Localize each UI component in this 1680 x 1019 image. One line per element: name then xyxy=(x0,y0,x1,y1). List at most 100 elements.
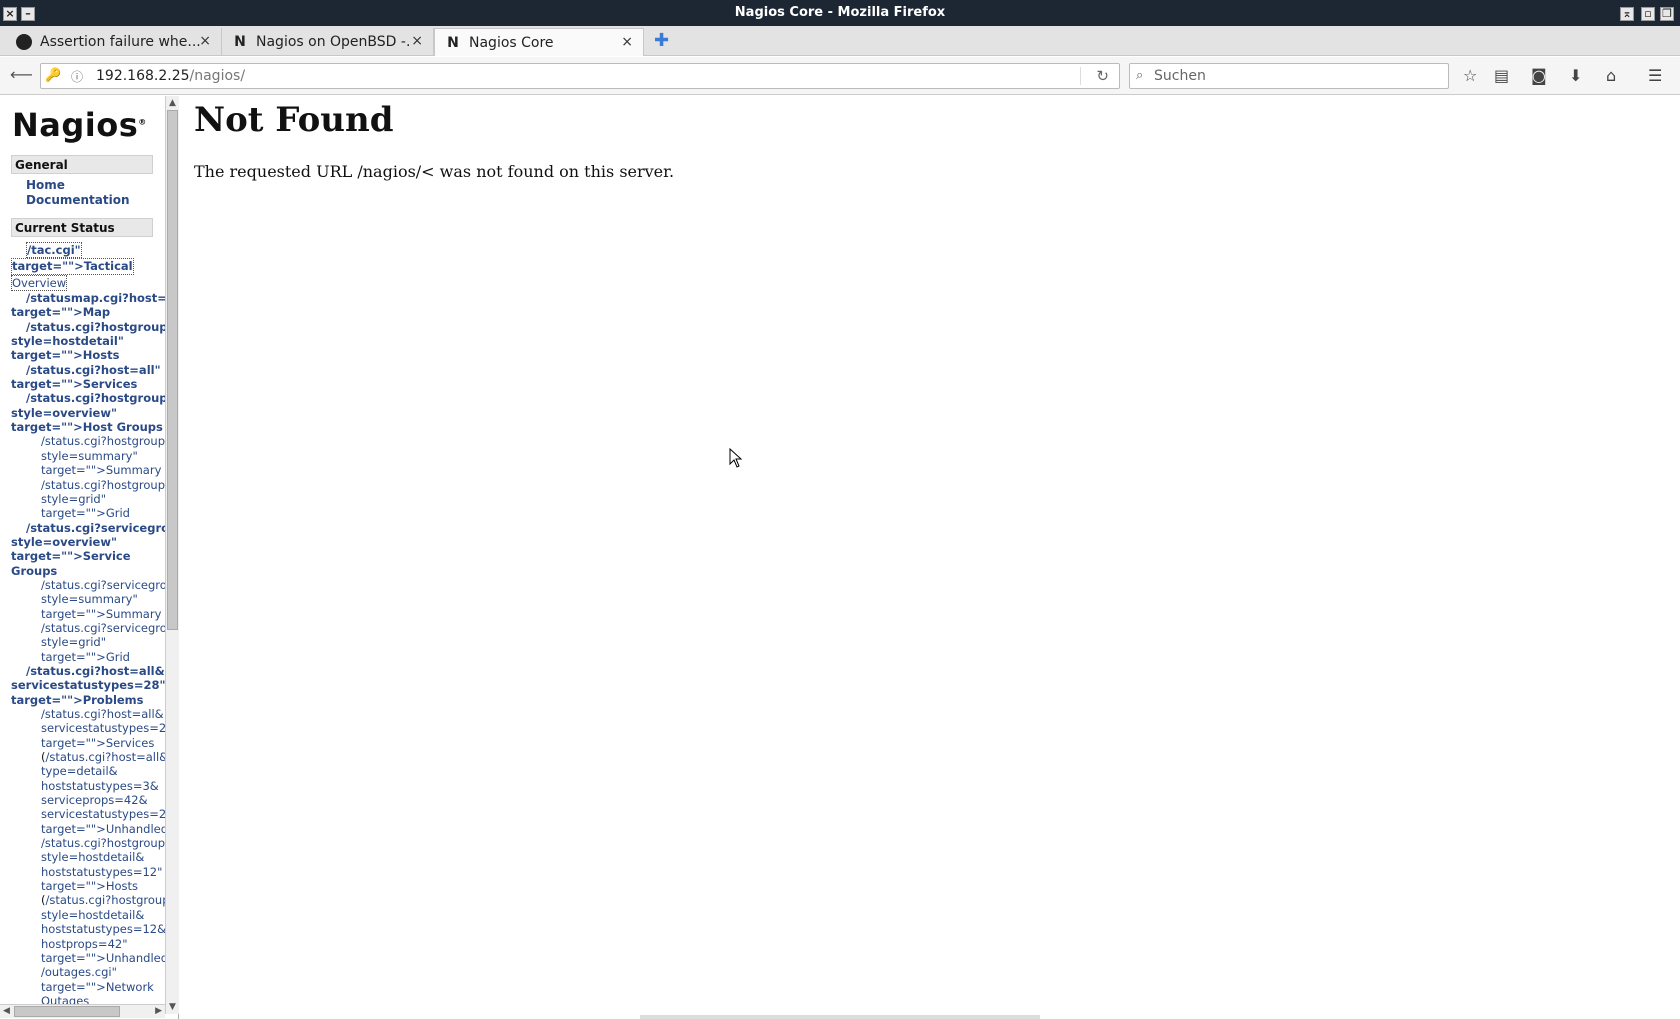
logo-text: Nagios xyxy=(12,106,139,144)
hosts-link[interactable]: target="">Hosts xyxy=(11,348,165,362)
nagios-favicon-icon: N xyxy=(447,35,459,51)
tab-assertion-failure[interactable]: Assertion failure whe... × xyxy=(6,28,222,56)
scroll-up-icon[interactable]: ▲ xyxy=(169,98,176,108)
tab-nagios-openbsd[interactable]: N Nagios on OpenBSD -... × xyxy=(222,28,434,56)
service-groups-link[interactable]: Groups xyxy=(11,564,165,578)
search-bar[interactable]: ⌕ xyxy=(1129,63,1449,89)
host-groups-link[interactable]: target="">Host Groups xyxy=(11,420,165,434)
logo-registered-mark: ® xyxy=(138,117,147,127)
unhandled-services-link[interactable]: type=detail& xyxy=(11,764,165,778)
hostgroup-summary-link[interactable]: style=summary" xyxy=(11,449,165,463)
scroll-thumb[interactable] xyxy=(14,1006,120,1017)
problem-services-link[interactable]: target="">Services xyxy=(11,736,165,750)
maximize-window-button[interactable]: ▫ xyxy=(1641,7,1655,21)
reload-icon[interactable]: ↻ xyxy=(1096,67,1109,85)
back-icon[interactable]: ⟵ xyxy=(10,65,33,84)
scroll-right-icon[interactable]: ▶ xyxy=(155,1006,162,1016)
problem-services-link[interactable]: servicestatustypes=28" xyxy=(11,721,165,735)
hostgroup-grid-link[interactable]: /status.cgi?hostgroup=all xyxy=(11,478,165,492)
key-icon[interactable]: 🔑 xyxy=(45,68,61,83)
documentation-link[interactable]: Documentation xyxy=(26,193,130,208)
close-icon[interactable]: × xyxy=(199,33,211,49)
tactical-overview-link[interactable]: Overview xyxy=(11,274,68,292)
problem-services-link[interactable]: /status.cgi?host=all& xyxy=(11,707,165,721)
general-links: Home Documentation xyxy=(26,178,130,208)
nagios-logo[interactable]: Nagios® xyxy=(12,106,147,144)
host-groups-link[interactable]: /status.cgi?hostgroup=all xyxy=(11,391,165,405)
servicegroup-summary-link[interactable]: style=summary" xyxy=(11,592,165,606)
home-icon[interactable]: ⌂ xyxy=(1606,66,1616,85)
url-bar[interactable]: 🔑 ⓘ 192.168.2.25/nagios/ ↻ xyxy=(40,63,1120,89)
pocket-icon[interactable]: ◙ xyxy=(1531,66,1547,85)
navigation-bar: ⟵ 🔑 ⓘ 192.168.2.25/nagios/ ↻ ⌕ ☆ ▤ ◙ ⬇ ⌂… xyxy=(0,57,1680,95)
sidebar-frame: Nagios® General Home Documentation Curre… xyxy=(0,96,179,1019)
download-icon[interactable]: ⬇ xyxy=(1569,66,1582,85)
unhandled-services-link[interactable]: serviceprops=42& xyxy=(11,793,165,807)
reading-list-icon[interactable]: ▤ xyxy=(1494,66,1509,85)
services-link[interactable]: target="">Services xyxy=(11,377,165,391)
problem-hosts-link[interactable]: hoststatustypes=12" xyxy=(11,865,165,879)
problems-link[interactable]: target="">Problems xyxy=(11,693,165,707)
sidebar-vertical-scrollbar[interactable]: ▲ ▼ xyxy=(165,96,179,1014)
sidebar-horizontal-scrollbar[interactable]: ◀ ▶ xyxy=(0,1004,165,1018)
unhandled-hosts-link[interactable]: target="">Unhandled xyxy=(41,951,165,965)
servicegroup-summary-link[interactable]: target="">Summary xyxy=(11,607,165,621)
network-outages-link[interactable]: /outages.cgi" xyxy=(11,965,165,979)
unhandled-hosts-link[interactable]: hoststatustypes=12& xyxy=(11,922,165,936)
info-icon[interactable]: ⓘ xyxy=(71,68,83,85)
menu-icon[interactable]: ☰ xyxy=(1648,66,1662,85)
servicegroup-grid-link[interactable]: /status.cgi?servicegrou xyxy=(11,621,165,635)
hosts-link[interactable]: /status.cgi?hostgroup=all xyxy=(11,320,165,334)
nagios-favicon-icon: N xyxy=(234,34,246,50)
main-frame: Not Found The requested URL /nagios/< wa… xyxy=(180,96,1680,1019)
tab-label: Nagios on OpenBSD -... xyxy=(256,34,411,50)
map-link[interactable]: target="">Map xyxy=(11,305,165,319)
url-path: /nagios/ xyxy=(189,68,246,84)
bookmark-star-icon[interactable]: ☆ xyxy=(1463,66,1477,85)
tab-nagios-core[interactable]: N Nagios Core × xyxy=(434,28,644,56)
close-icon[interactable]: × xyxy=(621,34,633,50)
hostgroup-grid-link[interactable]: target="">Grid xyxy=(11,506,165,520)
problem-hosts-link[interactable]: style=hostdetail& xyxy=(11,850,165,864)
unhandled-hosts-link[interactable]: /status.cgi?hostgroup= xyxy=(46,893,166,907)
network-outages-link[interactable]: target="">Network xyxy=(11,980,165,994)
url-text: 192.168.2.25/nagios/ xyxy=(96,68,245,84)
restore-window-button[interactable]: ❐ xyxy=(1660,7,1674,21)
current-status-heading: Current Status xyxy=(11,218,153,237)
hostgroup-summary-link[interactable]: /status.cgi?hostgroup=all xyxy=(11,434,165,448)
servicegroup-summary-link[interactable]: /status.cgi?servicegrou xyxy=(11,578,165,592)
hosts-link[interactable]: style=hostdetail" xyxy=(11,334,165,348)
unhandled-hosts-link[interactable]: style=hostdetail& xyxy=(11,908,165,922)
host-groups-link[interactable]: style=overview" xyxy=(11,406,165,420)
tactical-overview-link[interactable]: /tac.cgi" xyxy=(26,242,82,259)
scroll-down-icon[interactable]: ▼ xyxy=(169,1002,176,1012)
service-groups-link[interactable]: style=overview" xyxy=(11,535,165,549)
unhandled-services-link[interactable]: target="">Unhandled xyxy=(41,822,165,836)
services-link[interactable]: /status.cgi?host=all" xyxy=(11,363,165,377)
problems-link[interactable]: /status.cgi?host=all& xyxy=(11,664,165,678)
servicegroup-grid-link[interactable]: style=grid" xyxy=(11,635,165,649)
problem-hosts-link[interactable]: target="">Hosts xyxy=(11,879,165,893)
scroll-thumb[interactable] xyxy=(167,110,178,630)
service-groups-link[interactable]: /status.cgi?servicegroup xyxy=(11,521,165,535)
hostgroup-grid-link[interactable]: style=grid" xyxy=(11,492,165,506)
current-status-links: /tac.cgi" target="">Tactical Overview /s… xyxy=(11,242,165,1008)
map-link[interactable]: /statusmap.cgi?host=all" xyxy=(11,291,165,305)
unhandled-hosts-link[interactable]: hostprops=42" xyxy=(11,937,165,951)
tactical-overview-link[interactable]: target="">Tactical xyxy=(11,258,134,275)
shade-window-button[interactable]: ⌅ xyxy=(1620,7,1634,21)
servicegroup-grid-link[interactable]: target="">Grid xyxy=(11,650,165,664)
problems-link[interactable]: servicestatustypes=28" xyxy=(11,678,165,692)
home-link[interactable]: Home xyxy=(26,178,130,193)
problem-hosts-link[interactable]: /status.cgi?hostgroup= xyxy=(11,836,165,850)
list-item: /tac.cgi" xyxy=(11,242,165,259)
new-tab-icon[interactable]: ✚ xyxy=(654,30,669,51)
unhandled-services-link[interactable]: /status.cgi?host=all& xyxy=(46,750,166,764)
hostgroup-summary-link[interactable]: target="">Summary xyxy=(11,463,165,477)
service-groups-link[interactable]: target="">Service xyxy=(11,549,165,563)
unhandled-services-link[interactable]: servicestatustypes=28" xyxy=(11,807,165,821)
scroll-left-icon[interactable]: ◀ xyxy=(3,1006,10,1016)
unhandled-services-link[interactable]: hoststatustypes=3& xyxy=(11,779,165,793)
search-input[interactable] xyxy=(1154,68,1434,84)
close-icon[interactable]: × xyxy=(411,33,423,49)
